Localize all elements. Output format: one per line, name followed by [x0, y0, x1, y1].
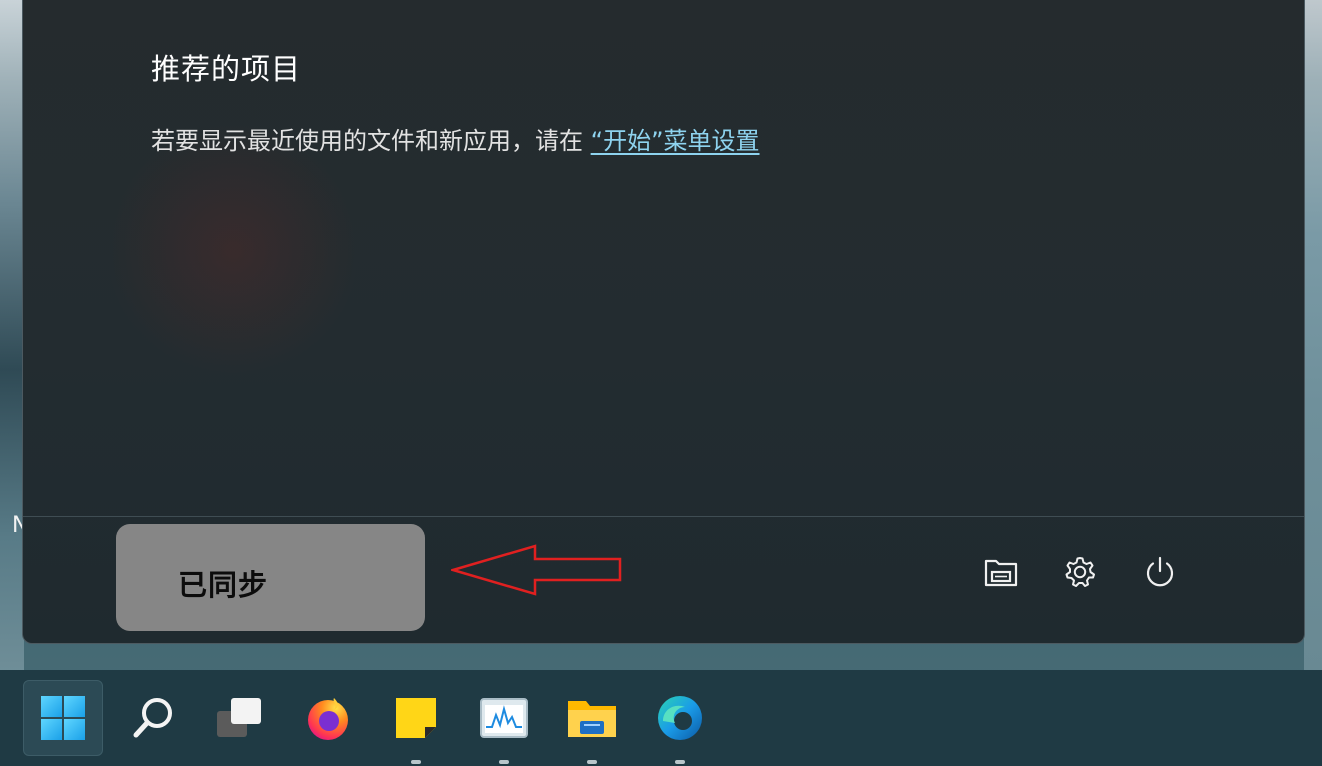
task-view-icon — [217, 698, 261, 737]
taskbar — [0, 670, 1322, 766]
search-button[interactable] — [113, 680, 193, 756]
settings-gear-icon[interactable] — [1060, 552, 1100, 592]
footer-divider — [23, 516, 1304, 517]
recommended-title: 推荐的项目 — [151, 52, 302, 86]
task-manager-icon — [480, 698, 528, 738]
start-menu-panel: 推荐的项目 若要显示最近使用的文件和新应用，请在 “开始”菜单设置 已同步 — [22, 0, 1305, 644]
annotation-arrow-icon — [451, 544, 622, 596]
recommended-description: 若要显示最近使用的文件和新应用，请在 “开始”菜单设置 — [151, 121, 760, 156]
folder-icon — [568, 701, 616, 737]
search-icon — [133, 698, 172, 738]
running-indicator — [499, 760, 509, 764]
running-indicator — [587, 760, 597, 764]
start-button[interactable] — [23, 680, 103, 756]
start-settings-link[interactable]: “开始”菜单设置 — [591, 127, 760, 155]
power-icon[interactable] — [1140, 552, 1180, 592]
wallpaper-right — [1304, 0, 1322, 672]
sticky-notes-icon — [396, 698, 436, 738]
recommended-description-text: 若要显示最近使用的文件和新应用，请在 — [151, 127, 591, 155]
account-sync-button[interactable]: 已同步 — [116, 524, 425, 631]
sync-status-label: 已同步 — [178, 568, 269, 602]
edge-icon — [658, 696, 702, 740]
documents-folder-icon[interactable] — [981, 552, 1021, 592]
wallpaper-left — [0, 0, 24, 672]
task-manager-app[interactable] — [464, 680, 544, 764]
edge-app[interactable] — [640, 680, 720, 764]
running-indicator — [675, 760, 685, 764]
running-indicator — [411, 760, 421, 764]
task-view-button[interactable] — [200, 680, 280, 756]
firefox-icon — [308, 698, 348, 740]
firefox-app[interactable] — [288, 680, 368, 756]
sticky-notes-app[interactable] — [376, 680, 456, 764]
file-explorer-app[interactable] — [552, 680, 632, 764]
windows-logo-icon — [41, 696, 85, 740]
